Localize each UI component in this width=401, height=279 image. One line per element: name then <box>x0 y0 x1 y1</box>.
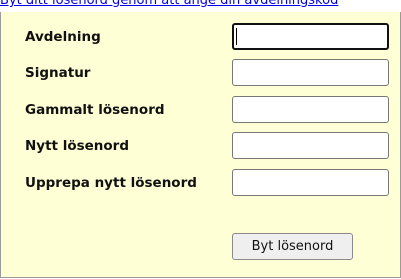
change-password-form: Avdelning Signatur Gammalt lösenord Nytt… <box>0 12 401 278</box>
text-caret <box>236 28 237 45</box>
new-password-input[interactable] <box>232 132 389 159</box>
old-password-input[interactable] <box>232 96 389 123</box>
repeat-password-input[interactable] <box>232 169 389 196</box>
old-password-label: Gammalt lösenord <box>25 102 165 118</box>
signature-label: Signatur <box>25 65 91 81</box>
header-link-text[interactable]: Byt ditt lösenord genom att ange din avd… <box>0 0 338 8</box>
repeat-password-label: Upprepa nytt lösenord <box>25 175 197 191</box>
department-label: Avdelning <box>25 29 101 45</box>
signature-input[interactable] <box>232 59 389 86</box>
department-input[interactable] <box>232 23 389 50</box>
change-password-button[interactable]: Byt lösenord <box>232 233 353 260</box>
new-password-label: Nytt lösenord <box>25 138 130 154</box>
